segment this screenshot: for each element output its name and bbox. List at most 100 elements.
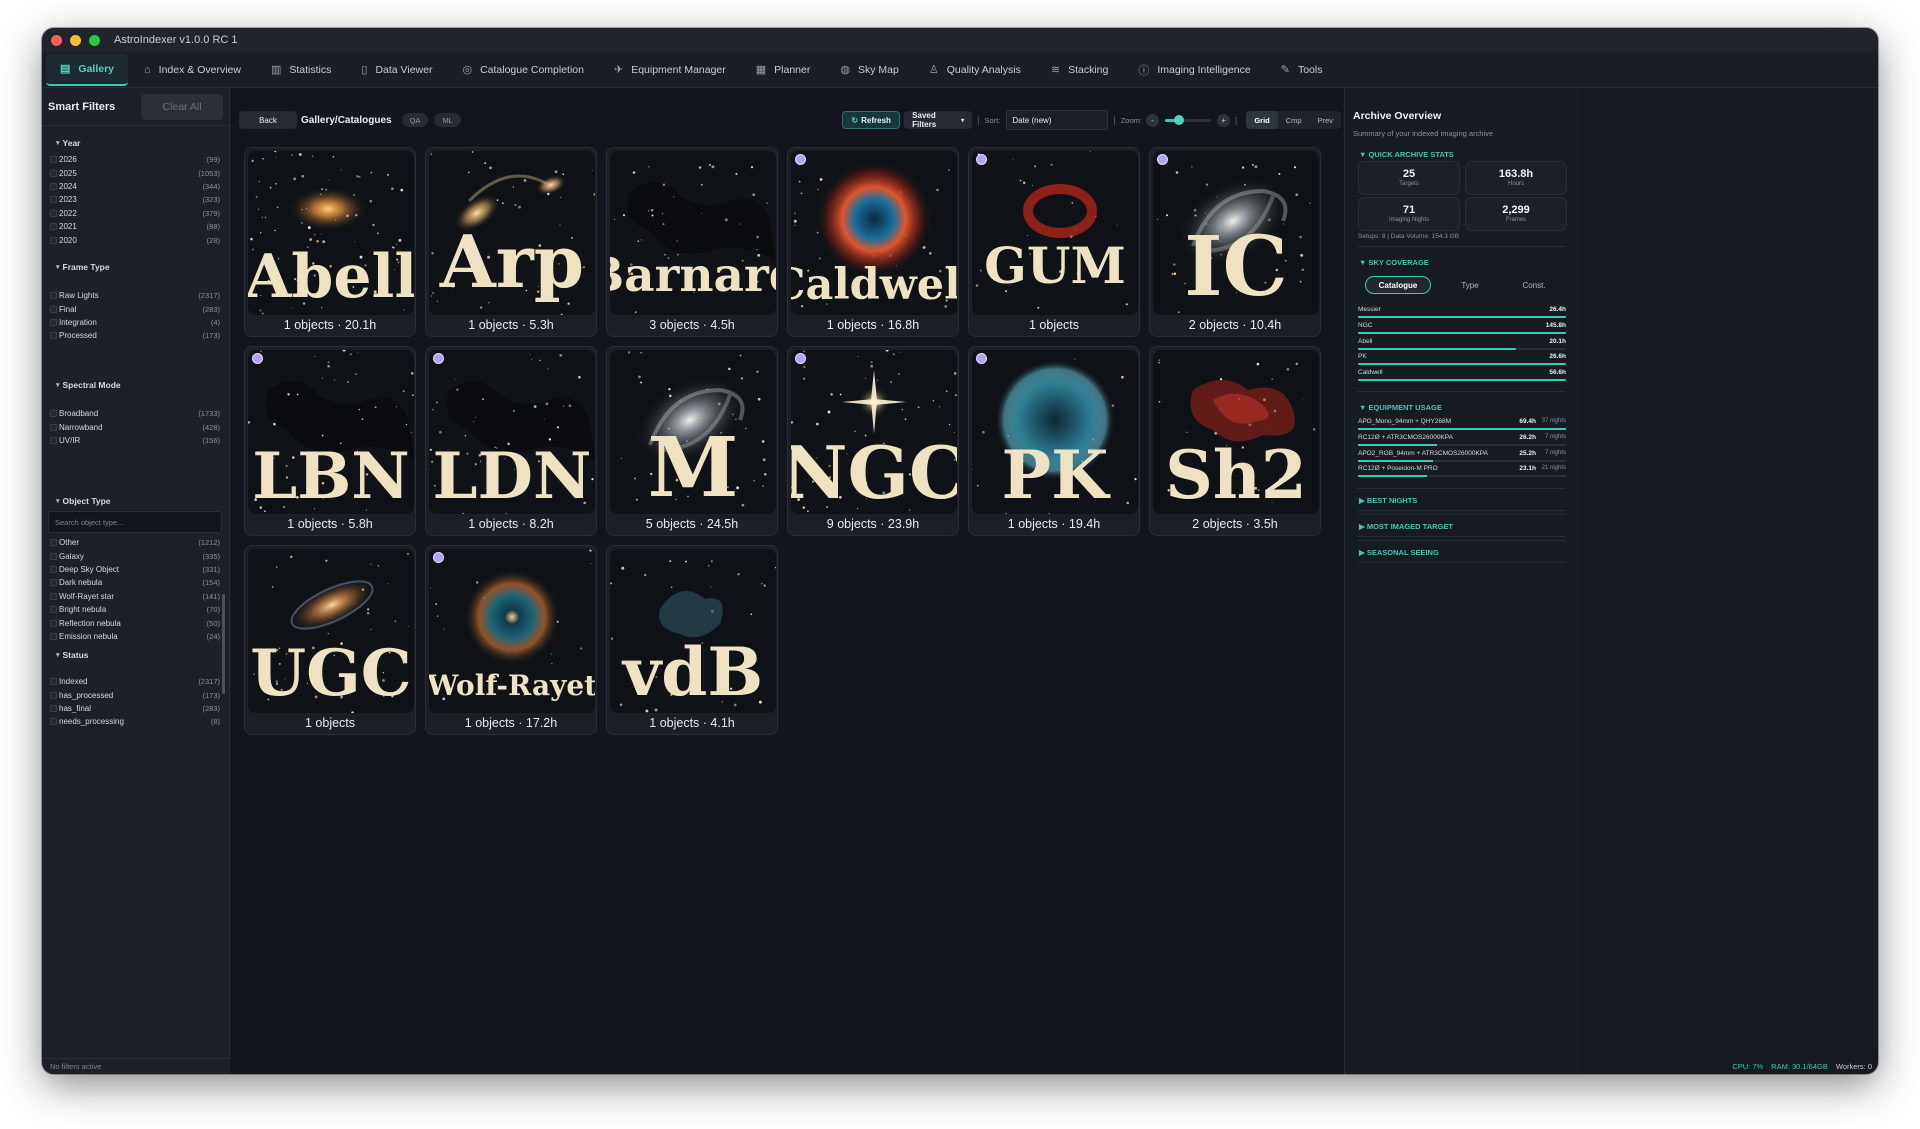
quick-stats-header[interactable]: ▼ QUICK ARCHIVE STATS	[1359, 150, 1454, 159]
filter-option[interactable]: 2026 (99)	[42, 153, 230, 166]
catalogue-card[interactable]: Caldwell 1 objects · 16.8h	[787, 147, 959, 337]
close-window-button[interactable]	[51, 34, 62, 46]
back-button[interactable]: Back	[239, 111, 297, 129]
filter-checkbox[interactable]	[50, 552, 57, 560]
filter-checkbox[interactable]	[50, 292, 57, 300]
filter-option[interactable]: Dark nebula (154)	[42, 576, 230, 589]
catalogue-thumbnail[interactable]: NGC	[791, 350, 957, 514]
filter-checkbox[interactable]	[50, 182, 57, 190]
filter-checkbox[interactable]	[50, 678, 57, 686]
filter-checkbox[interactable]	[50, 209, 57, 217]
filter-option[interactable]: Other (1212)	[42, 536, 230, 549]
filter-checkbox[interactable]	[50, 332, 57, 340]
tab-tools[interactable]: ✎ Tools	[1267, 54, 1337, 86]
filter-option[interactable]: Raw Lights (2317)	[42, 289, 230, 302]
filter-checkbox[interactable]	[50, 223, 57, 231]
filter-checkbox[interactable]	[50, 565, 57, 573]
filter-option[interactable]: 2025 (1053)	[42, 166, 230, 179]
filter-checkbox[interactable]	[50, 539, 57, 547]
catalogue-card[interactable]: Sh2 2 objects · 3.5h	[1149, 346, 1321, 536]
ml-toggle[interactable]: ML	[434, 113, 461, 127]
filter-option[interactable]: has_final (283)	[42, 702, 230, 715]
tab-index-overview[interactable]: ⌂ Index & Overview	[130, 54, 255, 86]
sidebar-scrollbar[interactable]	[222, 594, 225, 694]
catalogue-card[interactable]: Arp 1 objects · 5.3h	[425, 147, 597, 337]
filter-checkbox[interactable]	[50, 305, 57, 313]
filter-option[interactable]: 2024 (344)	[42, 180, 230, 193]
sky-tab-const[interactable]: Const.	[1502, 276, 1566, 294]
filter-checkbox[interactable]	[50, 579, 57, 587]
sky-coverage-header[interactable]: ▼ SKY COVERAGE	[1359, 258, 1429, 267]
filter-checkbox[interactable]	[50, 691, 57, 699]
catalogue-thumbnail[interactable]: LBN	[248, 350, 414, 514]
tab-quality-analysis[interactable]: ♙ Quality Analysis	[915, 54, 1035, 86]
filter-checkbox[interactable]	[50, 156, 57, 164]
clear-all-button[interactable]: Clear All	[141, 93, 223, 120]
filter-section-header[interactable]: ▾ Frame Type	[42, 260, 230, 274]
sky-coverage-row[interactable]: Messier 26.4h	[1358, 306, 1566, 321]
filter-option[interactable]: 2021 (88)	[42, 220, 230, 233]
equipment-usage-header[interactable]: ▼ EQUIPMENT USAGE	[1359, 403, 1442, 412]
filter-option[interactable]: 2022 (379)	[42, 207, 230, 220]
filter-option[interactable]: Reflection nebula (50)	[42, 616, 230, 629]
filter-option[interactable]: 2023 (323)	[42, 193, 230, 206]
equipment-row[interactable]: RC12Ø + Poseidon-M PRO 23.1h 21 nights	[1358, 465, 1566, 480]
catalogue-card[interactable]: Wolf-Rayet 1 objects · 17.2h	[425, 545, 597, 735]
filter-section-header[interactable]: ▾ Year	[42, 136, 230, 150]
filter-option[interactable]: Wolf-Rayet star (141)	[42, 590, 230, 603]
catalogue-thumbnail[interactable]: Barnard	[610, 151, 776, 315]
filter-checkbox[interactable]	[50, 436, 57, 444]
collapsed-section-2[interactable]: ▶ MOST IMAGED TARGET	[1359, 522, 1453, 531]
filter-option[interactable]: Integration (4)	[42, 316, 230, 329]
filter-checkbox[interactable]	[50, 632, 57, 640]
catalogue-card[interactable]: NGC 9 objects · 23.9h	[787, 346, 959, 536]
catalogue-thumbnail[interactable]: Arp	[429, 151, 595, 315]
sky-coverage-row[interactable]: Abell 20.1h	[1358, 338, 1566, 353]
view-grid-button[interactable]: Grid	[1246, 111, 1278, 129]
zoom-in-button[interactable]: +	[1216, 113, 1230, 127]
catalogue-thumbnail[interactable]: LDN	[429, 350, 595, 514]
catalogue-thumbnail[interactable]: IC	[1153, 151, 1319, 315]
catalogue-thumbnail[interactable]: Abell	[248, 151, 414, 315]
filter-checkbox[interactable]	[50, 318, 57, 326]
qa-toggle[interactable]: QA	[401, 113, 429, 127]
filter-checkbox[interactable]	[50, 619, 57, 627]
equipment-row[interactable]: APO_Mono_94mm + QHY268M 69.4h 37 nights	[1358, 418, 1566, 433]
catalogue-card[interactable]: IC 2 objects · 10.4h	[1149, 147, 1321, 337]
tab-planner[interactable]: ▦ Planner	[742, 54, 825, 86]
filter-checkbox[interactable]	[50, 592, 57, 600]
tab-statistics[interactable]: ▥ Statistics	[257, 54, 345, 86]
filter-section-header[interactable]: ▾ Status	[42, 648, 230, 662]
filter-option[interactable]: needs_processing (8)	[42, 715, 230, 728]
filter-option[interactable]: Final (283)	[42, 302, 230, 315]
filter-option[interactable]: has_processed (173)	[42, 688, 230, 701]
view-prev-button[interactable]: Prev	[1310, 111, 1341, 129]
tab-data-viewer[interactable]: ▯ Data Viewer	[347, 54, 446, 86]
sort-select[interactable]: Date (new)	[1006, 110, 1109, 130]
filter-checkbox[interactable]	[50, 423, 57, 431]
catalogue-thumbnail[interactable]: Sh2	[1153, 350, 1319, 514]
catalogue-thumbnail[interactable]: UGC	[248, 549, 414, 713]
filter-checkbox[interactable]	[50, 606, 57, 614]
tab-stacking[interactable]: ≋ Stacking	[1037, 54, 1123, 86]
filter-option[interactable]: Bright nebula (70)	[42, 603, 230, 616]
filter-checkbox[interactable]	[50, 236, 57, 244]
filter-checkbox[interactable]	[50, 169, 57, 177]
zoom-slider-handle[interactable]	[1173, 114, 1184, 125]
tab-imaging-intelligence[interactable]: ⓘ Imaging Intelligence	[1124, 54, 1264, 86]
filter-option[interactable]: Deep Sky Object (331)	[42, 563, 230, 576]
minimize-window-button[interactable]	[70, 34, 81, 46]
filter-option[interactable]: UV/IR (156)	[42, 434, 230, 447]
sky-tab-type[interactable]: Type	[1438, 276, 1502, 294]
catalogue-thumbnail[interactable]: Wolf-Rayet	[429, 549, 595, 713]
filter-section-header[interactable]: ▾ Object Type	[42, 494, 230, 508]
filter-option[interactable]: Galaxy (335)	[42, 549, 230, 562]
maximize-window-button[interactable]	[89, 34, 100, 46]
equipment-row[interactable]: APO2_RGB_94mm + ATR3CMOS26000KPA 25.2h 7 n…	[1358, 450, 1566, 465]
object-type-search-input[interactable]: Search object type...	[48, 511, 222, 533]
sky-coverage-row[interactable]: Caldwell 56.6h	[1358, 369, 1566, 384]
filter-option[interactable]: Emission nebula (24)	[42, 630, 230, 643]
view-cmp-button[interactable]: Cmp	[1278, 111, 1310, 129]
filter-option[interactable]: Narrowband (428)	[42, 420, 230, 433]
catalogue-thumbnail[interactable]: PK	[972, 350, 1138, 514]
